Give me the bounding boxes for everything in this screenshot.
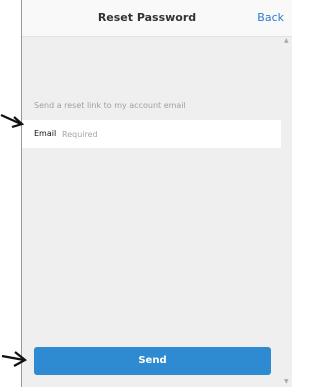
reset-hint-text: Send a reset link to my account email [34,101,186,110]
email-label: Email [34,129,57,138]
arrow-right-icon [1,351,27,367]
email-field[interactable] [62,124,272,144]
email-row: Email [22,120,281,148]
scroll-down-icon[interactable]: ▼ [284,379,289,385]
header-bar: Reset Password Back [22,0,292,37]
scrollbar[interactable]: ▲ ▼ [282,36,292,387]
reset-password-panel: Reset Password Back Send a reset link to… [21,0,292,387]
back-button[interactable]: Back [257,0,284,36]
arrow-right-icon [0,113,25,129]
scroll-up-icon[interactable]: ▲ [284,38,289,44]
page-title: Reset Password [97,11,197,24]
send-button[interactable]: Send [34,347,271,375]
